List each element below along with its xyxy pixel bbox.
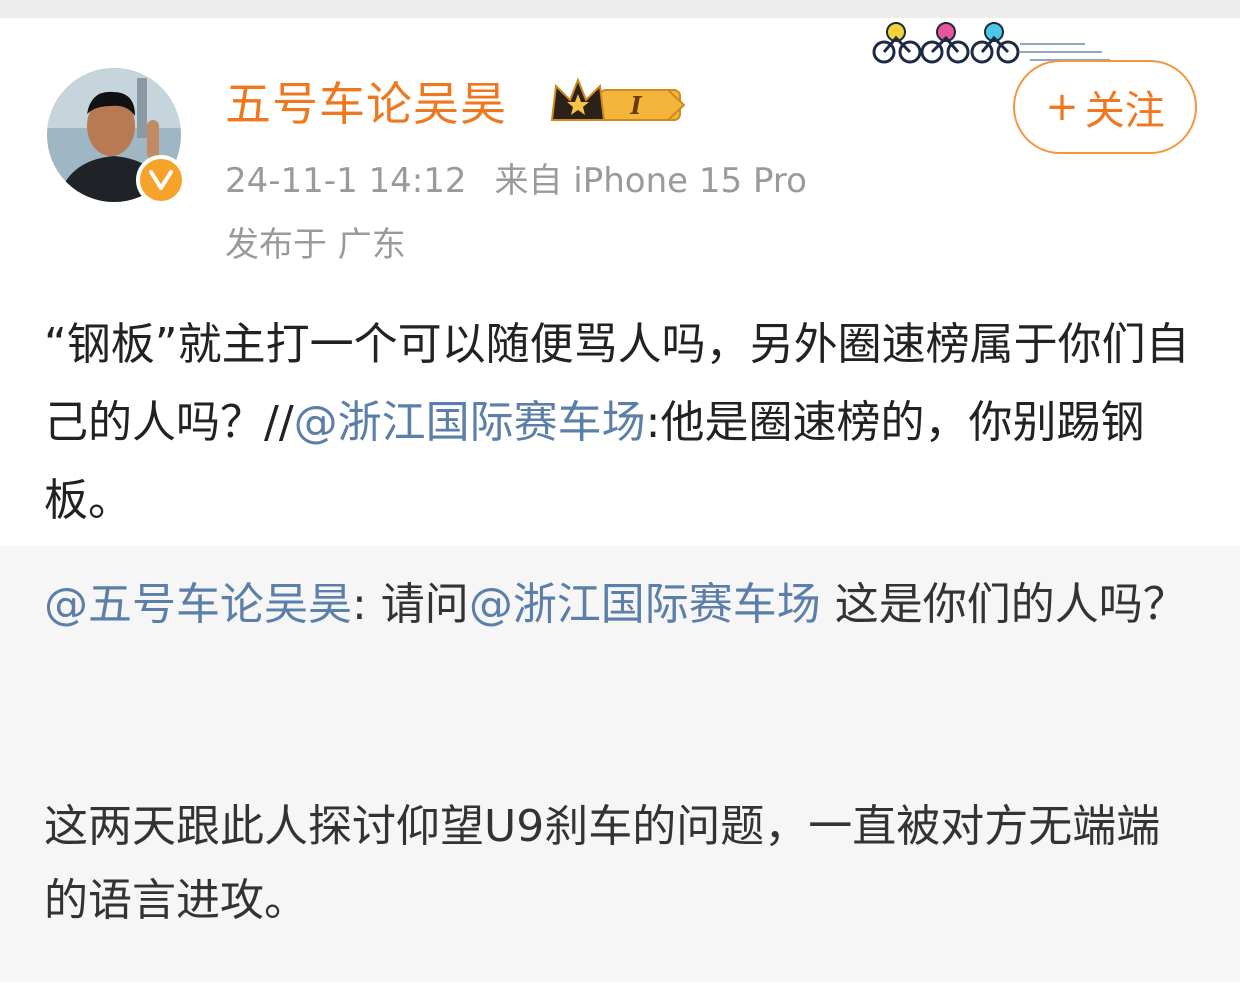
plus-icon: + (1045, 84, 1079, 130)
repost-text-a: : 请问 (352, 579, 469, 630)
level-badge: I (629, 91, 642, 120)
post-source: 来自 iPhone 15 Pro (494, 161, 807, 201)
crown-level-icon: I (550, 77, 686, 121)
post-text: “钢板”就主打一个可以随便骂人吗，另外圈速榜属于你们自己的人吗？//@浙江国际赛… (44, 306, 1204, 540)
post-location: 发布于 广东 (225, 225, 406, 265)
repost-text: @五号车论吴昊: 请问@浙江国际赛车场 这是你们的人吗？ (44, 568, 1194, 642)
repost-paragraph: 这两天跟此人探讨仰望U9刹车的问题，一直被对方无端端的语言进攻。 (44, 801, 1161, 926)
repost-author-mention[interactable]: @五号车论吴昊 (44, 579, 352, 630)
post-meta: 24-11-1 14:12 来自 iPhone 15 Pro (225, 158, 807, 204)
repost-box[interactable]: @五号车论吴昊: 请问@浙江国际赛车场 这是你们的人吗？ 这两天跟此人探讨仰望U… (0, 546, 1240, 982)
follow-button[interactable]: + 关注 (1013, 60, 1197, 154)
timestamp: 24-11-1 14:12 (225, 161, 467, 201)
repost-text-b: 这是你们的人吗？ (820, 579, 1187, 630)
username[interactable]: 五号车论吴昊 (225, 74, 507, 134)
repost-mention-link[interactable]: @浙江国际赛车场 (469, 579, 821, 630)
verified-v-icon (136, 155, 186, 205)
follow-label: 关注 (1084, 88, 1165, 134)
mention-link[interactable]: @浙江国际赛车场 (294, 397, 646, 448)
